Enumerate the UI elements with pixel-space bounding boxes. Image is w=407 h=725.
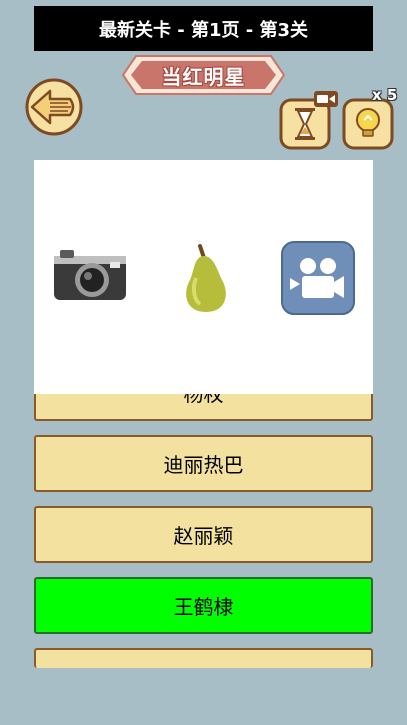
- camera-icon: [50, 238, 130, 318]
- video-camera-icon: [278, 238, 358, 318]
- hint-count: x 5: [372, 86, 398, 104]
- option-3[interactable]: 赵丽颖: [34, 506, 373, 563]
- clue-panel: [34, 160, 373, 394]
- pear-icon: [164, 238, 244, 318]
- option-2[interactable]: 迪丽热巴: [34, 435, 373, 492]
- option-4-selected[interactable]: 王鹤棣: [34, 577, 373, 634]
- option-5[interactable]: [34, 648, 373, 668]
